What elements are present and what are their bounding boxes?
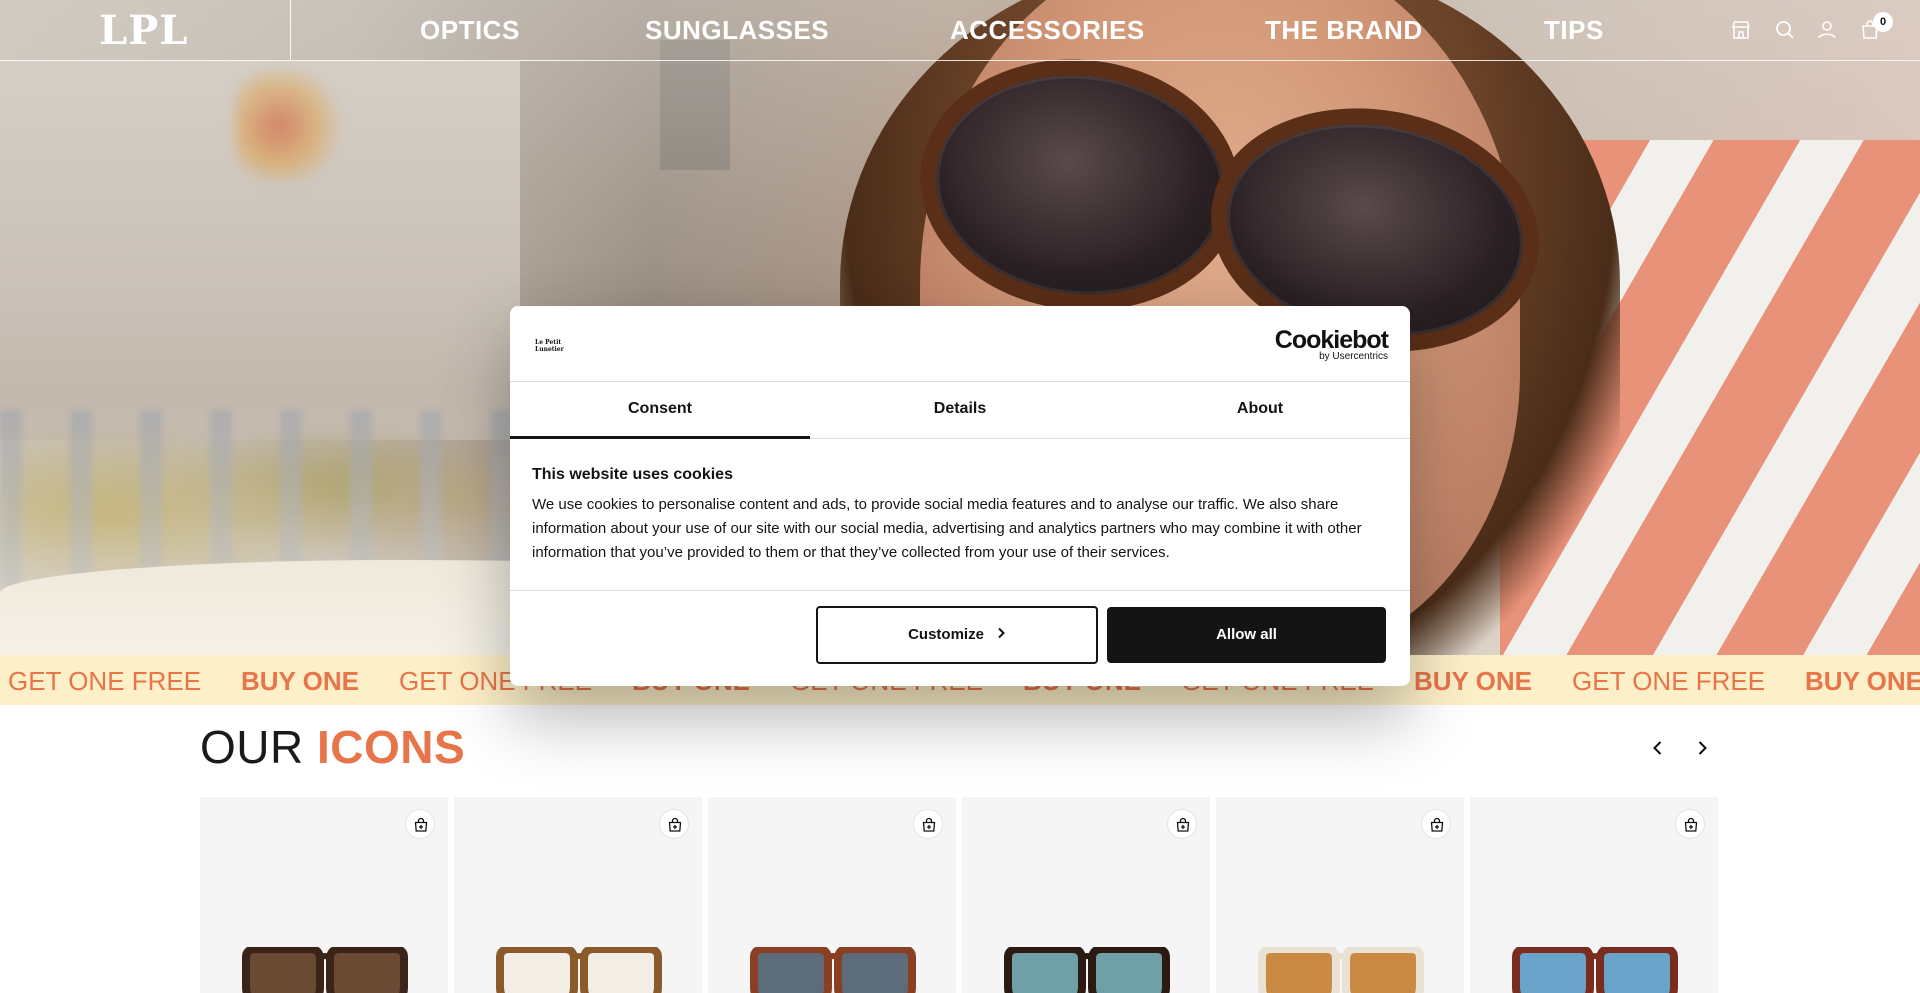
cookiebot-logo[interactable]: Cookiebot by Usercentrics bbox=[1274, 326, 1389, 362]
cookie-dialog-text: We use cookies to personalise content an… bbox=[532, 496, 1362, 561]
tab-about[interactable]: About bbox=[1110, 382, 1410, 439]
cookie-dialog-body: This website uses cookies We use cookies… bbox=[532, 466, 1392, 565]
cookie-dialog-footer: Customize Allow all bbox=[510, 590, 1410, 686]
cookie-consent-dialog: Le Petit Lunetier Cookiebot by Usercentr… bbox=[510, 306, 1410, 686]
allow-all-button[interactable]: Allow all bbox=[1107, 607, 1386, 663]
chevron-right-icon bbox=[996, 608, 1006, 662]
cookie-dialog-heading: This website uses cookies bbox=[532, 466, 733, 483]
brand-logo-mark: Le Petit Lunetier bbox=[535, 339, 565, 353]
tab-details[interactable]: Details bbox=[810, 382, 1110, 439]
brand-logo: Le Petit Lunetier bbox=[535, 338, 575, 353]
cookie-dialog-header: Le Petit Lunetier Cookiebot by Usercentr… bbox=[510, 306, 1410, 382]
cookie-dialog-tabs: Consent Details About bbox=[510, 382, 1410, 439]
svg-text:Lunetier: Lunetier bbox=[535, 346, 565, 352]
tab-consent[interactable]: Consent bbox=[510, 382, 810, 439]
cookiebot-name: Cookiebot bbox=[1274, 326, 1389, 354]
customize-button[interactable]: Customize bbox=[816, 606, 1098, 664]
svg-text:Le Petit: Le Petit bbox=[535, 339, 561, 346]
customize-button-label: Customize bbox=[908, 626, 984, 643]
